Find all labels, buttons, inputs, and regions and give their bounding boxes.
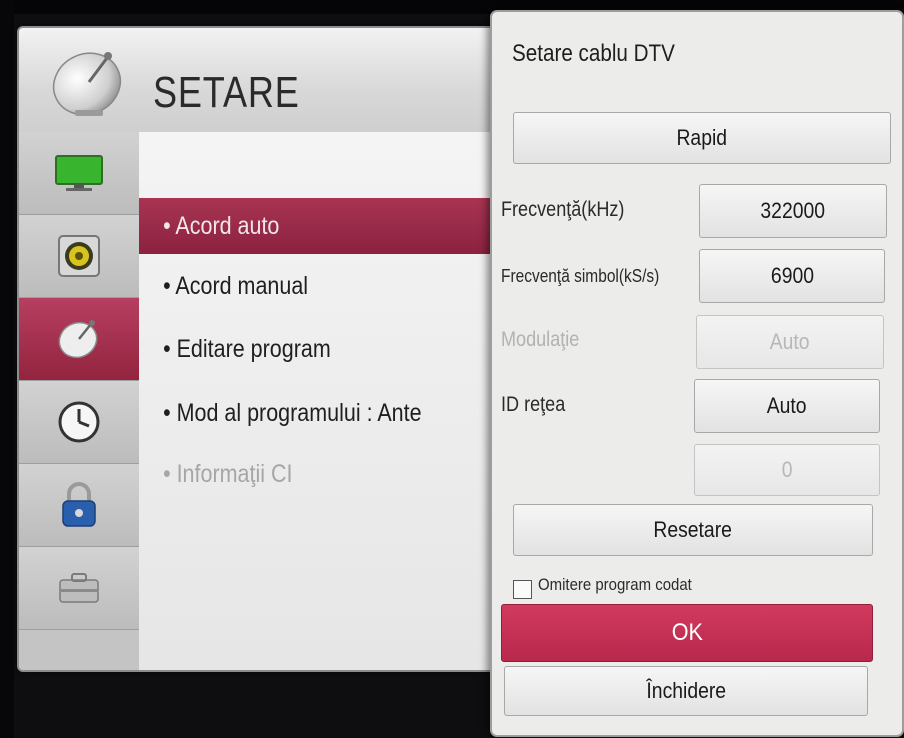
reset-button[interactable]: Resetare bbox=[513, 504, 873, 556]
network-id-label: ID reţea bbox=[501, 393, 566, 416]
page-title: SETARE bbox=[153, 68, 300, 117]
satellite-dish-icon bbox=[58, 320, 98, 359]
satellite-dish-icon bbox=[45, 44, 133, 120]
clock-icon bbox=[58, 401, 100, 443]
symbol-rate-field[interactable]: 6900 bbox=[699, 249, 885, 303]
frequency-field[interactable]: 322000 bbox=[699, 184, 887, 238]
modulation-field: Auto bbox=[696, 315, 884, 369]
category-lock[interactable] bbox=[19, 464, 139, 547]
frequency-label: Frecvenţă(kHz) bbox=[501, 198, 625, 221]
search-mode-selector[interactable]: Rapid bbox=[513, 112, 891, 164]
dialog-title: Setare cablu DTV bbox=[512, 40, 675, 67]
category-options[interactable] bbox=[19, 547, 139, 630]
close-button[interactable]: Închidere bbox=[504, 666, 868, 716]
skip-encrypted-checkbox[interactable] bbox=[513, 580, 532, 599]
symbol-rate-label: Frecvenţă simbol(kS/s) bbox=[501, 266, 660, 286]
category-sidebar bbox=[19, 132, 139, 670]
padlock-icon bbox=[62, 482, 96, 527]
category-picture[interactable] bbox=[19, 132, 139, 215]
skip-encrypted-label: Omitere program codat bbox=[538, 575, 692, 594]
network-id-number-field: 0 bbox=[694, 444, 880, 496]
cable-dtv-setup-dialog: Setare cablu DTV Rapid Frecvenţă(kHz) 32… bbox=[490, 10, 904, 737]
speaker-icon bbox=[58, 235, 100, 277]
category-audio[interactable] bbox=[19, 215, 139, 298]
category-channels[interactable] bbox=[19, 298, 139, 381]
modulation-label: Modulaţie bbox=[501, 328, 580, 351]
monitor-icon bbox=[55, 155, 103, 191]
toolbox-icon bbox=[59, 573, 99, 603]
network-id-selector[interactable]: Auto bbox=[694, 379, 880, 433]
category-time[interactable] bbox=[19, 381, 139, 464]
ok-button[interactable]: OK bbox=[501, 604, 873, 662]
screen-bezel-left bbox=[0, 0, 14, 738]
